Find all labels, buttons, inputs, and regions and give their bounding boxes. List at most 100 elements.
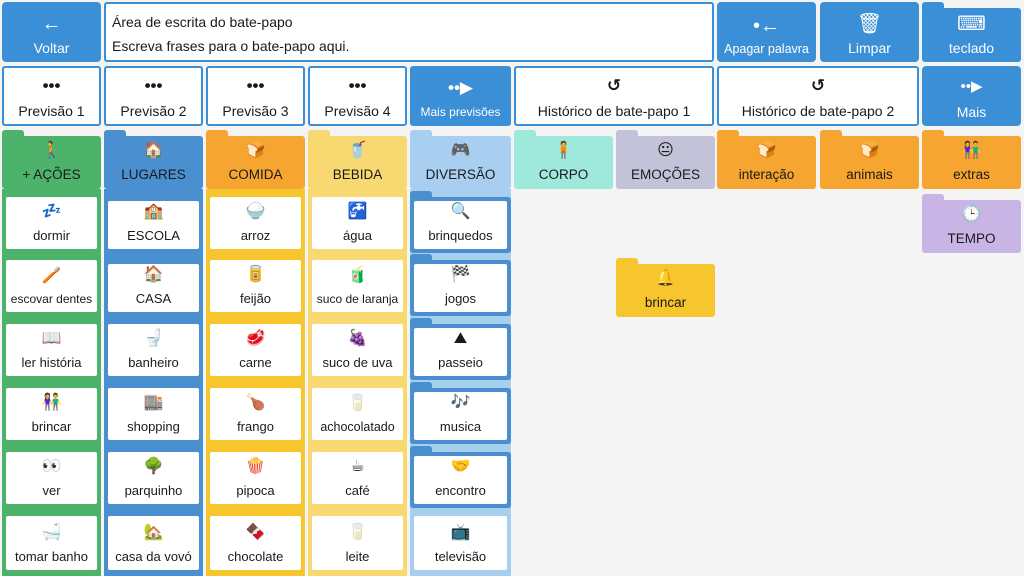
tile-achocolatado[interactable]: 🥛 achocolatado [308,384,407,444]
fun-picture-icon: 🎮 [450,142,471,159]
water-picture-icon: 🚰 [347,203,368,220]
category-emocoes[interactable]: 😐 EMOÇÕES [616,130,715,189]
category-bebida[interactable]: 🥤 BEBIDA [308,130,407,189]
keyboard-button[interactable]: ⌨ teclado [922,2,1021,62]
clock-icon: 🕒 [961,206,982,223]
tile-jogos[interactable]: 🏁 jogos [410,254,511,316]
category-acoes[interactable]: 🚶 + AÇÕES [2,130,101,189]
extras-picture-icon: 👫 [961,142,982,159]
body-picture-icon: 🧍 [553,142,574,159]
toothbrush-picture-icon: 🪥 [41,267,62,284]
coffee-picture-icon: ☕ [350,458,365,475]
category-diversao[interactable]: 🎮 DIVERSÃO [410,130,511,189]
drink-picture-icon: 🥤 [347,142,368,159]
prediction-1-button[interactable]: ••• Previsão 1 [2,66,101,126]
tile-suco-de-uva[interactable]: 🍇 suco de uva [308,320,407,380]
rice-picture-icon: 🍚 [245,203,266,220]
tile-brincar-folder[interactable]: 🔔 brincar [616,258,715,317]
tile-parquinho[interactable]: 🌳 parquinho [104,448,203,508]
keyboard-icon: ⌨ [957,13,986,35]
clear-button[interactable]: 🗑 Limpar [820,2,919,62]
ellipsis-icon: ••• [144,76,163,95]
prediction-4-button[interactable]: ••• Previsão 4 [308,66,407,126]
tile-casa-da-vovo[interactable]: 🏡 casa da vovó [104,512,203,574]
tile-musica[interactable]: 🎶 musica [410,382,511,444]
games-picture-icon: 🏁 [450,266,471,283]
milk-picture-icon: 🥛 [347,524,368,541]
prediction-3-button[interactable]: ••• Previsão 3 [206,66,305,126]
emotions-picture-icon: 😐 [657,142,674,159]
tile-encontro[interactable]: 🤝 encontro [410,446,511,508]
ellipsis-icon: ••• [246,76,265,95]
dots-arrow-right-icon: ••▶ [960,78,983,95]
play-picture-icon: 👫 [41,394,62,411]
animals-picture-icon: 🍞 [859,142,880,159]
delete-word-button[interactable]: •← Apagar palavra [717,2,816,62]
outing-picture-icon: ⛰ [453,330,468,347]
grandma-house-picture-icon: 🏡 [143,524,164,541]
tile-televisao[interactable]: 📺 televisão [410,512,511,574]
chat-title: Área de escrita do bate-papo [112,14,293,30]
ellipsis-icon: ••• [42,76,61,95]
grape-juice-picture-icon: 🍇 [347,330,368,347]
back-button[interactable]: ← Voltar [2,2,101,62]
places-picture-icon: 🏠 [143,142,164,159]
tile-escovar-dentes[interactable]: 🪥 escovar dentes [2,256,101,316]
tile-brincar[interactable]: 👫 brincar [2,384,101,444]
tile-banheiro[interactable]: 🚽 banheiro [104,320,203,380]
tile-chocolate[interactable]: 🍫 chocolate [206,512,305,574]
tile-brinquedos[interactable]: 🔍 brinquedos [410,191,511,253]
tile-casa[interactable]: 🏠 CASA [104,254,203,316]
tile-cafe[interactable]: ☕ café [308,448,407,508]
tile-pipoca[interactable]: 🍿 pipoca [206,448,305,508]
tile-ler-historia[interactable]: 📖 ler história [2,320,101,380]
tile-shopping[interactable]: 🏬 shopping [104,384,203,444]
more-predictions-button[interactable]: ••▶ Mais previsões [410,66,511,126]
tile-leite[interactable]: 🥛 leite [308,512,407,574]
tile-feijao[interactable]: 🥫 feijão [206,256,305,316]
tile-agua[interactable]: 🚰 água [308,193,407,253]
category-animais[interactable]: 🍞 animais [820,130,919,189]
tile-passeio[interactable]: ⛰ passeio [410,318,511,380]
tile-suco-de-laranja[interactable]: 🧃 suco de laranja [308,256,407,316]
prediction-2-button[interactable]: ••• Previsão 2 [104,66,203,126]
chocolate-milk-picture-icon: 🥛 [347,395,368,412]
tile-carne[interactable]: 🥩 carne [206,320,305,380]
tile-ver[interactable]: 👀 ver [2,448,101,508]
back-label: Voltar [33,40,70,56]
category-lugares[interactable]: 🏠 LUGARES [104,130,203,189]
orange-juice-picture-icon: 🧃 [347,267,368,284]
tile-tempo[interactable]: 🕒 TEMPO [922,194,1021,253]
tile-tomar-banho[interactable]: 🛁 tomar banho [2,512,101,574]
tile-frango[interactable]: 🍗 frango [206,384,305,444]
interaction-picture-icon: 🍞 [756,142,777,159]
category-comida[interactable]: 🍞 COMIDA [206,130,305,189]
toilet-picture-icon: 🚽 [143,330,164,347]
chat-writing-area[interactable]: Área de escrita do bate-papo Escreva fra… [104,2,714,62]
tile-arroz[interactable]: 🍚 arroz [206,193,305,253]
bell-icon: 🔔 [655,270,676,287]
tile-dormir[interactable]: 💤 dormir [2,193,101,253]
dots-arrow-right-icon: ••▶ [448,78,473,97]
chat-history-1-button[interactable]: ↺ Histórico de bate-papo 1 [514,66,714,126]
category-extras[interactable]: 👫 extras [922,130,1021,189]
trash-icon: 🗑 [856,13,883,35]
toys-picture-icon: 🔍 [450,203,471,220]
sleep-picture-icon: 💤 [41,203,62,220]
school-picture-icon: 🏫 [143,203,164,220]
more-button[interactable]: ••▶ Mais [922,66,1021,126]
ellipsis-icon: ••• [348,76,367,95]
category-corpo[interactable]: 🧍 CORPO [514,130,613,189]
tile-escola[interactable]: 🏫 ESCOLA [104,191,203,253]
backspace-icon: •← [752,15,780,37]
meeting-picture-icon: 🤝 [450,458,471,475]
chat-history-2-button[interactable]: ↺ Histórico de bate-papo 2 [717,66,919,126]
category-interacao[interactable]: 🍞 interação [717,130,816,189]
music-picture-icon: 🎶 [450,394,471,411]
shopping-picture-icon: 🏬 [143,394,164,411]
bath-picture-icon: 🛁 [41,524,62,541]
television-picture-icon: 📺 [450,524,471,541]
house-picture-icon: 🏠 [143,266,164,283]
history-icon: ↺ [810,76,826,95]
food-picture-icon: 🍞 [245,142,266,159]
